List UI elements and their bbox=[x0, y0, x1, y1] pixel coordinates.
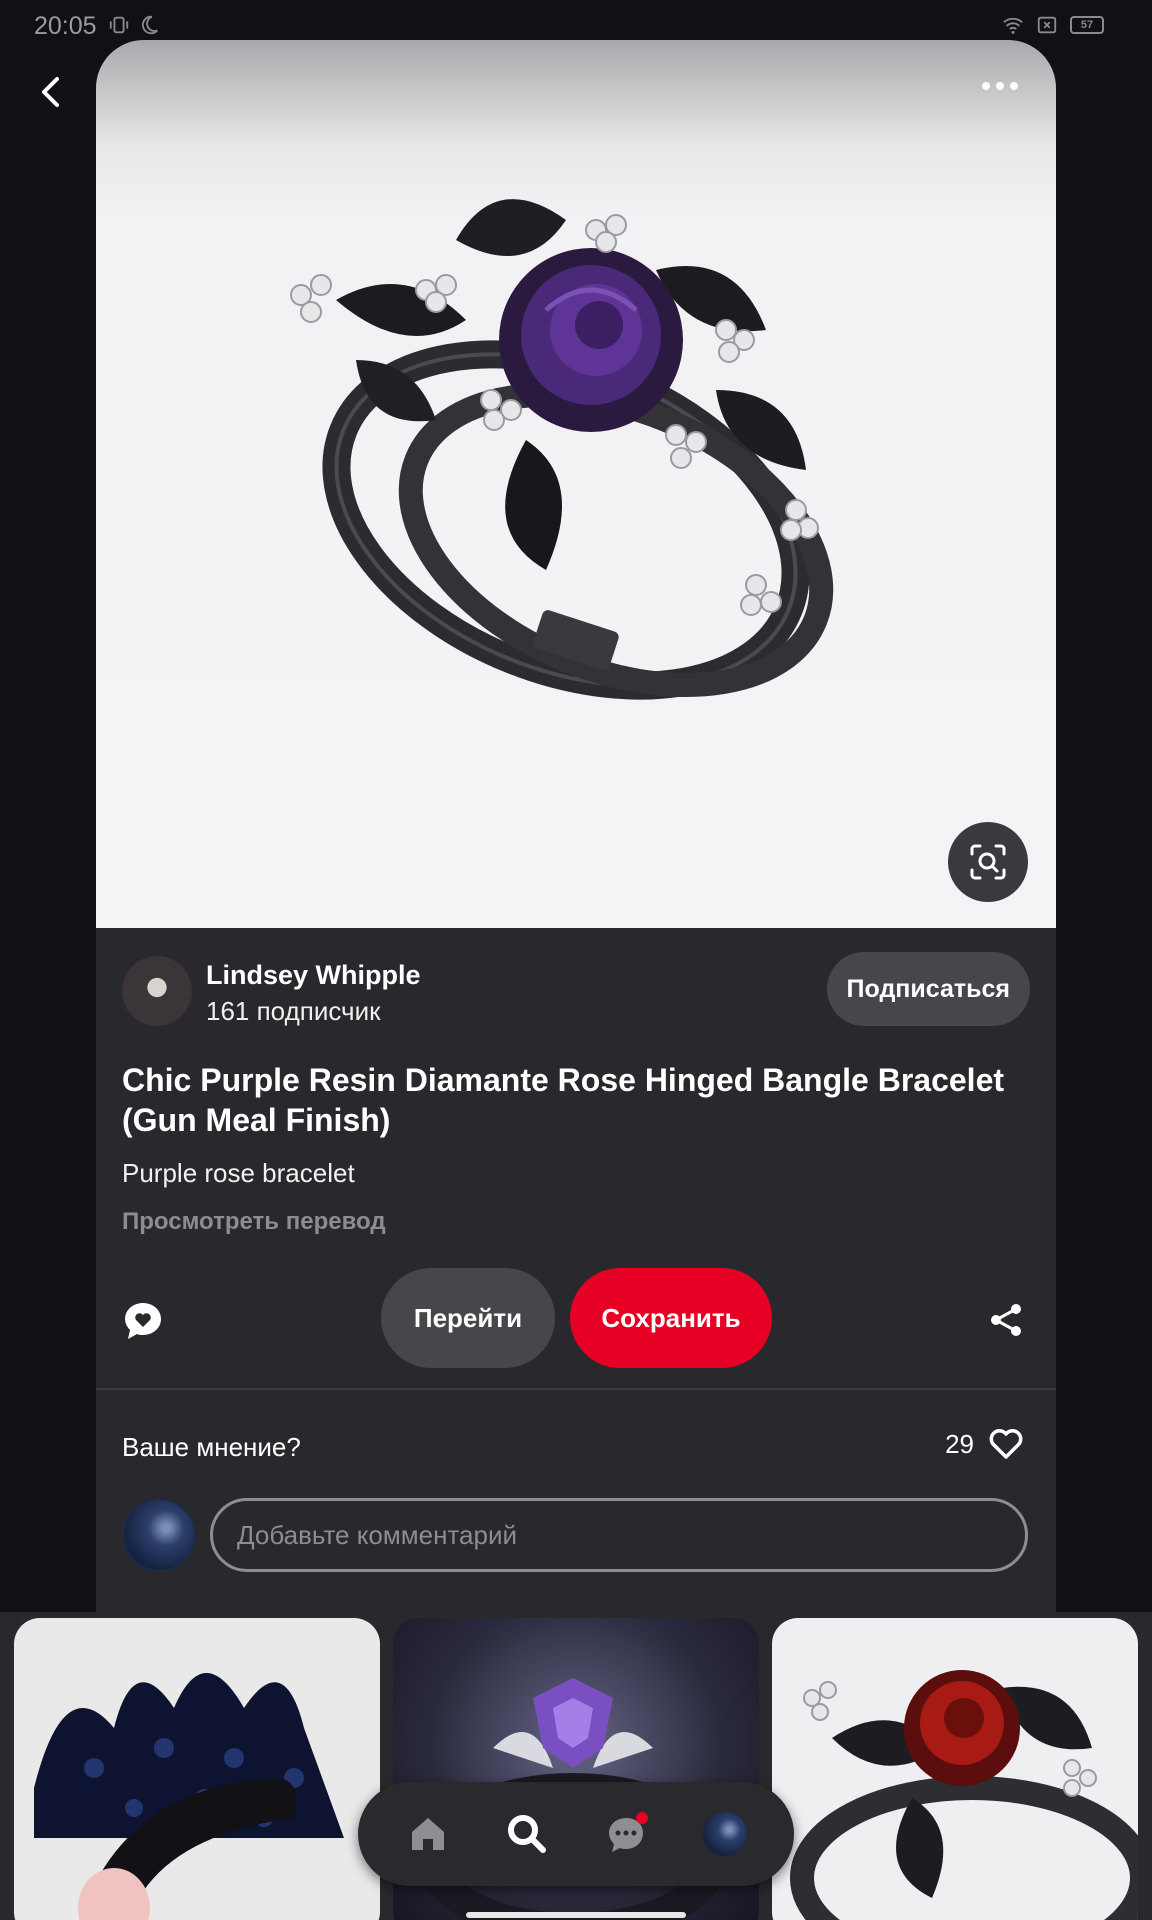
share-icon bbox=[991, 1304, 1021, 1336]
chevron-left-icon bbox=[42, 77, 59, 107]
vibrate-icon bbox=[109, 16, 129, 34]
profile-avatar bbox=[702, 1812, 747, 1856]
back-button[interactable] bbox=[28, 70, 72, 114]
pin-image[interactable] bbox=[96, 40, 1056, 928]
author-followers: 161 подписчик bbox=[206, 996, 381, 1026]
wifi-icon bbox=[1003, 17, 1023, 34]
follow-button[interactable]: Подписаться bbox=[826, 952, 1030, 1026]
related-pin-tiara[interactable] bbox=[14, 1618, 380, 1920]
do-not-disturb-icon bbox=[141, 15, 158, 35]
action-bar: Перейти Сохранить bbox=[96, 1268, 1056, 1372]
likes-row: 29 bbox=[945, 1428, 1024, 1460]
notification-dot bbox=[635, 1812, 648, 1824]
view-translation-link[interactable]: Просмотреть перевод bbox=[122, 1208, 386, 1236]
bracelet-image bbox=[290, 199, 834, 700]
comment-input[interactable] bbox=[210, 1498, 1028, 1572]
author-avatar[interactable] bbox=[122, 956, 192, 1026]
comment-row bbox=[122, 1498, 1030, 1574]
visit-button[interactable]: Перейти bbox=[381, 1268, 555, 1368]
nav-profile[interactable] bbox=[697, 1806, 753, 1862]
pin-title: Chic Purple Resin Diamante Rose Hinged B… bbox=[122, 1062, 1005, 1138]
chat-heart-icon bbox=[125, 1303, 161, 1339]
more-options-button[interactable] bbox=[972, 68, 1028, 104]
author-name[interactable]: Lindsey Whipple bbox=[206, 960, 421, 991]
status-time: 20:05 bbox=[34, 12, 97, 40]
home-indicator bbox=[466, 1912, 686, 1918]
battery-icon: 57 bbox=[1070, 16, 1104, 34]
lens-search-icon bbox=[970, 844, 1006, 880]
pin-description: Purple rose bracelet bbox=[122, 1158, 355, 1188]
red-rose-bracelet-image bbox=[790, 1670, 1138, 1920]
sim-off-icon bbox=[1037, 16, 1057, 34]
feedback-prompt: Ваше мнение? bbox=[122, 1432, 301, 1462]
divider bbox=[96, 1388, 1056, 1390]
battery-level: 57 bbox=[1080, 19, 1094, 31]
bottom-navigation bbox=[358, 1782, 794, 1886]
visual-search-button[interactable] bbox=[948, 822, 1028, 902]
nav-home[interactable] bbox=[400, 1806, 456, 1862]
my-avatar bbox=[122, 1498, 196, 1572]
save-button[interactable]: Сохранить bbox=[570, 1268, 772, 1368]
related-pin-red-rose-bracelet[interactable] bbox=[772, 1618, 1138, 1920]
heart-icon[interactable] bbox=[988, 1428, 1024, 1460]
comments-button[interactable] bbox=[122, 1300, 164, 1342]
nav-messages[interactable] bbox=[598, 1806, 654, 1862]
search-icon bbox=[507, 1815, 546, 1853]
share-button[interactable] bbox=[988, 1302, 1024, 1338]
tiara-image bbox=[34, 1673, 344, 1920]
home-icon bbox=[411, 1818, 444, 1850]
nav-search[interactable] bbox=[499, 1806, 555, 1862]
likes-count: 29 bbox=[945, 1428, 974, 1459]
author-row: Lindsey Whipple 161 подписчик Подписатьс… bbox=[122, 952, 1030, 1028]
